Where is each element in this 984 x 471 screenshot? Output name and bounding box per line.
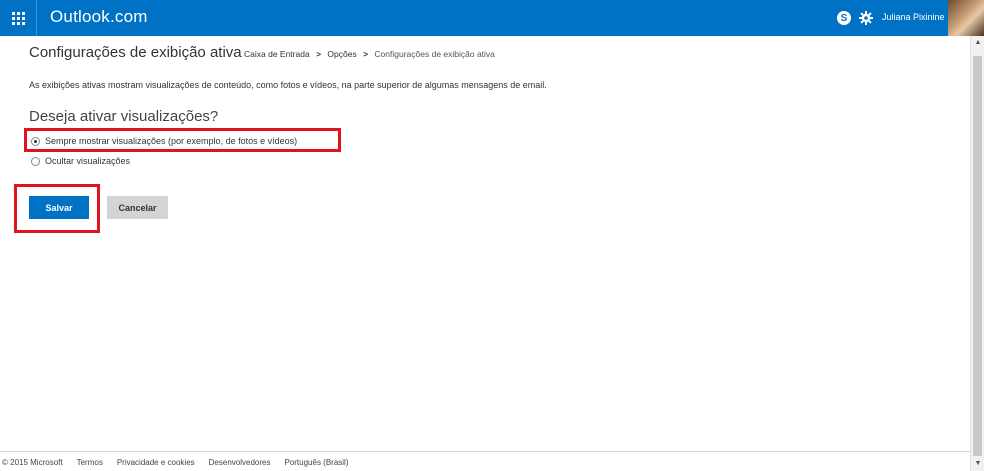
- footer-terms-link[interactable]: Termos: [77, 458, 103, 467]
- breadcrumb-current: Configurações de exibição ativa: [374, 49, 495, 59]
- footer-language-link[interactable]: Português (Brasil): [284, 458, 348, 467]
- breadcrumb-separator: >: [316, 49, 322, 59]
- scroll-down-arrow-icon[interactable]: ▼: [971, 459, 984, 469]
- brand-title[interactable]: Outlook.com: [50, 7, 148, 27]
- avatar[interactable]: [948, 0, 984, 36]
- footer-developers-link[interactable]: Desenvolvedores: [209, 458, 271, 467]
- top-bar: Outlook.com S Juliana Pixinine: [0, 0, 984, 36]
- scroll-thumb[interactable]: [973, 56, 982, 456]
- footer: © 2015 Microsoft Termos Privacidade e co…: [2, 458, 363, 467]
- app-launcher-icon[interactable]: [0, 0, 36, 36]
- breadcrumb-separator: >: [363, 49, 369, 59]
- highlight-box-option: [24, 128, 341, 152]
- highlight-box-save: [14, 184, 100, 233]
- option-label: Ocultar visualizações: [45, 156, 131, 166]
- breadcrumb-options[interactable]: Opções: [327, 49, 356, 59]
- section-question: Deseja ativar visualizações?: [29, 108, 219, 125]
- page-title: Configurações de exibição ativa: [29, 44, 242, 61]
- user-name[interactable]: Juliana Pixinine: [882, 12, 945, 22]
- description-text: As exibições ativas mostram visualizaçõe…: [29, 80, 547, 90]
- footer-copyright: © 2015 Microsoft: [2, 458, 63, 467]
- footer-privacy-link[interactable]: Privacidade e cookies: [117, 458, 195, 467]
- breadcrumb-inbox[interactable]: Caixa de Entrada: [244, 49, 310, 59]
- breadcrumb: Caixa de Entrada > Opções > Configuraçõe…: [244, 49, 495, 59]
- scroll-up-arrow-icon[interactable]: ▲: [971, 38, 984, 48]
- topbar-divider: [36, 0, 37, 36]
- footer-divider: [0, 451, 970, 452]
- vertical-scrollbar[interactable]: ▲ ▼: [970, 36, 984, 471]
- cancel-button[interactable]: Cancelar: [107, 196, 168, 219]
- radio-button[interactable]: [31, 156, 40, 166]
- skype-icon[interactable]: S: [837, 11, 851, 25]
- gear-icon[interactable]: [858, 10, 874, 26]
- option-hide[interactable]: Ocultar visualizações: [31, 156, 130, 166]
